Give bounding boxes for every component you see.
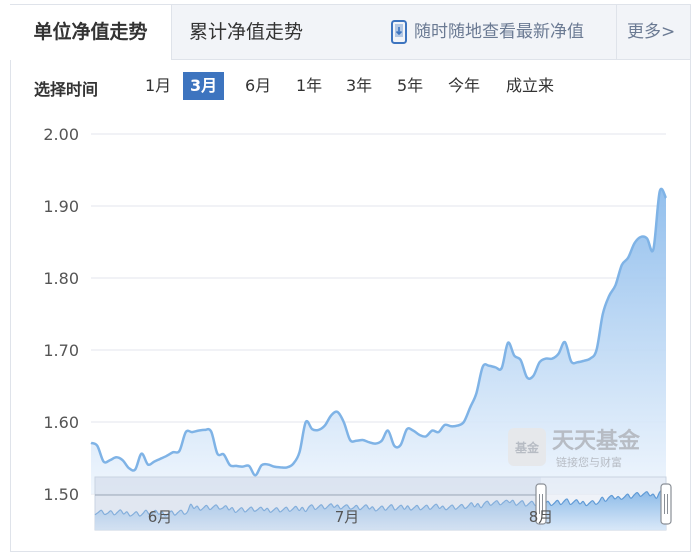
y-tick-label: 1.60 — [43, 413, 79, 432]
y-tick-label: 1.80 — [43, 269, 79, 288]
y-tick-label: 1.50 — [43, 485, 79, 504]
watermark-slogan: 链接您与财富 — [556, 455, 622, 469]
navigator-tick-label: 6月 — [148, 508, 173, 526]
watermark-logo-text: 基金 — [514, 440, 540, 455]
range-navigator[interactable]: 6月 7月 8月 — [94, 476, 672, 531]
navigator-right-handle[interactable] — [660, 483, 672, 525]
y-tick-label: 2.00 — [43, 125, 79, 144]
navigator-tick-label: 7月 — [335, 508, 360, 526]
watermark-name: 天天基金 — [552, 428, 641, 454]
y-tick-label: 1.70 — [43, 341, 79, 360]
nav-chart: 2.001.901.801.701.601.50 基金 天天基金 链接您与财富 … — [43, 125, 672, 531]
y-axis: 2.00 1.90 1.80 1.70 1.60 1.50 — [43, 125, 79, 504]
navigator-tick-label: 8月 — [529, 508, 554, 526]
handle-grip[interactable] — [660, 483, 672, 525]
watermark: 基金 天天基金 链接您与财富 — [508, 428, 641, 469]
y-tick-label: 1.90 — [43, 197, 79, 216]
